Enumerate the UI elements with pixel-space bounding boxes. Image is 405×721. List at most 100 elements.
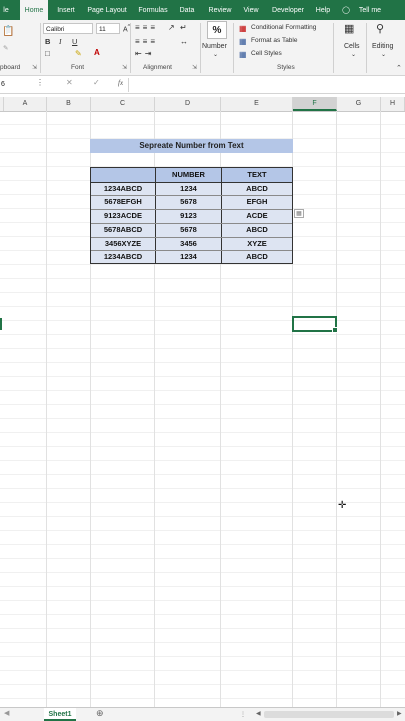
orientation-icon[interactable]: ↗ [168, 23, 175, 32]
vertical-align-icons[interactable]: ≡≡≡ [135, 23, 158, 32]
tab-view[interactable]: View [240, 0, 262, 20]
table-header-text[interactable]: TEXT [222, 168, 292, 182]
tell-me-search[interactable]: Tell me [356, 0, 384, 20]
chevron-down-icon[interactable]: ⌄ [213, 51, 218, 58]
add-sheet-icon[interactable]: ⊕ [96, 708, 104, 719]
search-icon: ⚲ [376, 23, 385, 35]
table-cell[interactable]: 1234ABCD [91, 250, 155, 264]
font-color-icon[interactable]: A [94, 48, 100, 57]
column-headers: A B C D E F G H [0, 97, 405, 112]
tab-insert[interactable]: Insert [53, 0, 79, 20]
name-box[interactable]: 6 [0, 79, 31, 90]
separator [130, 23, 131, 73]
chevron-down-icon[interactable]: ⌄ [351, 51, 356, 58]
column-header-c[interactable]: C [91, 97, 155, 111]
table-header-cell[interactable] [91, 168, 155, 182]
table-header-number[interactable]: NUMBER [156, 168, 221, 182]
tab-help[interactable]: Help [312, 0, 334, 20]
enter-icon[interactable]: ✓ [93, 78, 100, 87]
lightbulb-icon: ◯ [342, 7, 350, 14]
table-cell[interactable]: ACDE [222, 209, 292, 223]
insert-function-icon[interactable]: fx [118, 79, 123, 87]
conditional-formatting-button[interactable]: Conditional Formatting [251, 24, 316, 31]
font-launcher-icon[interactable]: ⇲ [122, 64, 127, 71]
table-cell[interactable]: 5678EFGH [91, 195, 155, 209]
scroll-tabs-left-icon[interactable]: ◀ [4, 709, 9, 717]
column-header-a[interactable]: A [4, 97, 47, 111]
chevron-down-icon[interactable]: ⌄ [381, 51, 386, 58]
italic-icon[interactable]: I [59, 37, 62, 46]
column-header-e[interactable]: E [221, 97, 293, 111]
column-header-f[interactable]: F [293, 97, 337, 111]
font-size-select[interactable]: 11 [96, 23, 120, 34]
table-cell[interactable]: 1234 [156, 182, 221, 196]
table-cell[interactable]: 3456 [156, 237, 221, 251]
table-cell[interactable]: 9123ACDE [91, 209, 155, 223]
tab-data[interactable]: Data [176, 0, 198, 20]
fill-color-icon[interactable]: ✎ [75, 49, 82, 58]
cells-button[interactable]: Cells [344, 43, 360, 50]
tab-home[interactable]: Home [20, 0, 48, 20]
data-table: NUMBER TEXT 1234ABCD 1234 ABCD 5678EFGH … [90, 167, 293, 264]
sheet-tab-sheet1[interactable]: Sheet1 [44, 708, 76, 721]
tab-developer[interactable]: Developer [270, 0, 306, 20]
font-name-select[interactable]: Calibri [43, 23, 93, 34]
table-cell[interactable]: XYZE [222, 237, 292, 251]
borders-icon[interactable]: □ [45, 49, 50, 58]
table-cell[interactable]: ABCD [222, 223, 292, 237]
table-cell[interactable]: 5678 [156, 223, 221, 237]
number-format-button[interactable]: Number [202, 43, 227, 50]
separator [366, 23, 367, 73]
group-label-clipboard: pboard [0, 64, 21, 71]
table-cell[interactable]: 9123 [156, 209, 221, 223]
table-cell[interactable]: EFGH [222, 195, 292, 209]
more-options-icon[interactable]: ⋮ [240, 711, 246, 718]
cell-styles-icon: ▦ [239, 50, 247, 59]
cursor-icon: ✛ [338, 500, 347, 511]
wrap-text-icon[interactable]: ↵ [180, 23, 187, 32]
table-cell[interactable]: 1234 [156, 250, 221, 264]
cancel-icon[interactable]: ✕ [66, 78, 73, 87]
tab-file[interactable]: le [0, 0, 12, 20]
collapse-ribbon-icon[interactable]: ⌃ [396, 64, 402, 72]
formula-input[interactable] [128, 78, 405, 92]
name-box-dropdown-icon[interactable]: ⋮ [36, 78, 44, 87]
column-header-g[interactable]: G [337, 97, 381, 111]
table-cell[interactable]: ABCD [222, 182, 292, 196]
column-header-b[interactable]: B [47, 97, 91, 111]
table-cell[interactable]: 5678 [156, 195, 221, 209]
tab-review[interactable]: Review [205, 0, 235, 20]
bold-icon[interactable]: B [45, 37, 50, 46]
merge-center-icon[interactable]: ↔ [180, 37, 188, 46]
alignment-launcher-icon[interactable]: ⇲ [192, 64, 197, 71]
clipboard-launcher-icon[interactable]: ⇲ [32, 64, 37, 71]
underline-icon[interactable]: U [72, 37, 77, 46]
format-as-table-icon: ▦ [239, 37, 247, 46]
tab-formulas[interactable]: Formulas [136, 0, 170, 20]
tab-page-layout[interactable]: Page Layout [86, 0, 128, 20]
paste-icon[interactable]: 📋 [2, 26, 14, 37]
table-cell[interactable]: 5678ABCD [91, 223, 155, 237]
column-header-h[interactable]: H [381, 97, 405, 111]
cell-styles-button[interactable]: Cell Styles [251, 50, 282, 57]
table-divider [91, 195, 292, 197]
table-title[interactable]: Sepreate Number from Text [90, 139, 293, 153]
column-header-d[interactable]: D [155, 97, 221, 111]
format-as-table-button[interactable]: Format as Table [251, 37, 297, 44]
horizontal-scrollbar[interactable] [264, 711, 394, 718]
horizontal-align-icons[interactable]: ≡≡≡ [135, 37, 158, 46]
indent-icons[interactable]: ⇤⇥ [135, 49, 154, 58]
table-cell[interactable]: 3456XYZE [91, 237, 155, 251]
table-cell[interactable]: 1234ABCD [91, 182, 155, 196]
separator [233, 23, 234, 73]
percent-icon[interactable]: % [207, 21, 227, 39]
table-divider [91, 236, 292, 238]
group-label-font: Font [71, 64, 85, 71]
table-cell[interactable]: ABCD [222, 250, 292, 264]
scroll-right-icon[interactable]: ▶ [397, 710, 402, 717]
format-painter-icon[interactable]: ✎ [3, 44, 8, 52]
selected-cell[interactable] [292, 316, 338, 333]
editing-button[interactable]: Editing [372, 43, 393, 50]
quick-analysis-icon[interactable]: ▦ [294, 209, 304, 218]
scroll-left-icon[interactable]: ◀ [256, 710, 261, 717]
